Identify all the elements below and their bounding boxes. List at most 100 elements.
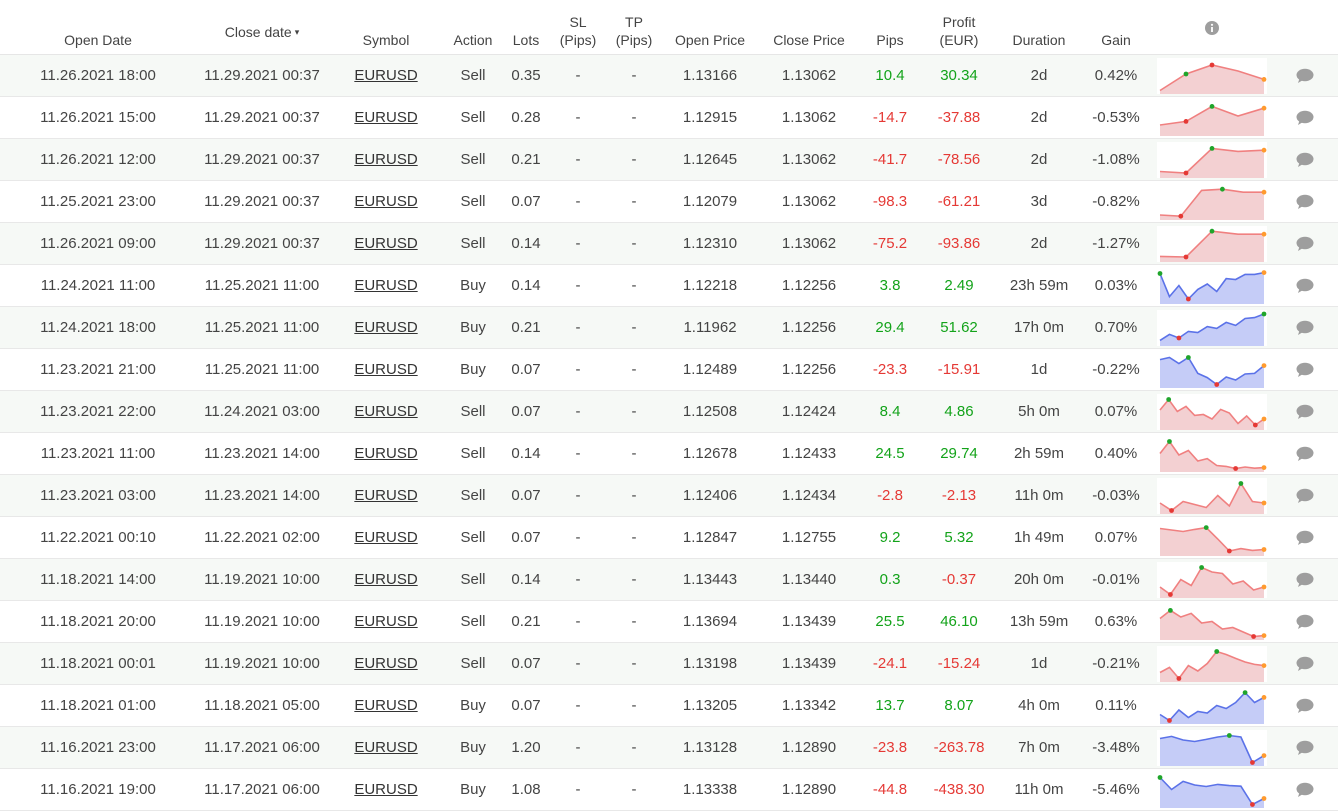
sparkline-cell [1152, 558, 1272, 601]
sparkline-end-marker [1261, 416, 1267, 421]
col-duration[interactable]: Duration [998, 0, 1080, 55]
col-sl[interactable]: SL (Pips) [550, 0, 606, 55]
pips-cell: -2.8 [860, 474, 920, 517]
symbol-link[interactable]: EURUSD [354, 697, 417, 714]
symbol-link[interactable]: EURUSD [354, 445, 417, 462]
col-pips[interactable]: Pips [860, 0, 920, 55]
symbol-link[interactable]: EURUSD [354, 67, 417, 84]
comment-icon[interactable] [1296, 572, 1314, 588]
comment-icon[interactable] [1296, 194, 1314, 210]
pips-cell: 8.4 [860, 390, 920, 433]
symbol-link[interactable]: EURUSD [354, 277, 417, 294]
sl-cell: - [550, 138, 606, 181]
symbol-link[interactable]: EURUSD [354, 655, 417, 672]
info-icon[interactable] [1205, 21, 1219, 36]
open-price-cell: 1.12508 [662, 390, 758, 433]
comment-icon[interactable] [1296, 110, 1314, 126]
comment-icon[interactable] [1296, 656, 1314, 672]
col-tp[interactable]: TP (Pips) [606, 0, 662, 55]
sparkline-low-marker [1169, 507, 1174, 513]
sparkline-cell [1152, 348, 1272, 391]
symbol-link[interactable]: EURUSD [354, 151, 417, 168]
col-close-price[interactable]: Close Price [758, 0, 860, 55]
action-cell: Sell [444, 54, 502, 97]
comment-icon[interactable] [1296, 236, 1314, 252]
comment-icon[interactable] [1296, 530, 1314, 546]
table-row: 11.26.2021 12:00 11.29.2021 00:37 EURUSD… [0, 138, 1338, 181]
pips-cell: 24.5 [860, 432, 920, 475]
col-gain[interactable]: Gain [1080, 0, 1152, 55]
symbol-link[interactable]: EURUSD [354, 781, 417, 798]
comment-icon[interactable] [1296, 698, 1314, 714]
action-cell: Sell [444, 222, 502, 265]
symbol-link[interactable]: EURUSD [354, 235, 417, 252]
col-lots[interactable]: Lots [502, 0, 550, 55]
sparkline-low-marker [1214, 381, 1220, 387]
symbol-link[interactable]: EURUSD [354, 361, 417, 378]
comment-icon[interactable] [1296, 740, 1314, 756]
comment-icon[interactable] [1296, 68, 1314, 84]
symbol-link[interactable]: EURUSD [354, 529, 417, 546]
comment-icon[interactable] [1296, 278, 1314, 294]
close-price-cell: 1.13439 [758, 600, 860, 643]
symbol-link[interactable]: EURUSD [354, 739, 417, 756]
tp-cell: - [606, 684, 662, 727]
pips-cell: -98.3 [860, 180, 920, 223]
comment-icon[interactable] [1296, 782, 1314, 798]
profit-cell: 8.07 [920, 684, 998, 727]
comment-icon[interactable] [1296, 488, 1314, 504]
col-open-price[interactable]: Open Price [662, 0, 758, 55]
comment-icon[interactable] [1296, 446, 1314, 462]
symbol-link[interactable]: EURUSD [354, 487, 417, 504]
comment-icon[interactable] [1296, 362, 1314, 378]
sparkline-low-marker [1209, 62, 1215, 67]
symbol-link[interactable]: EURUSD [354, 109, 417, 126]
close-price-header-label: Close Price [773, 32, 845, 48]
col-action[interactable]: Action [444, 0, 502, 55]
col-close-date[interactable]: Close date ▾ [196, 0, 328, 55]
comment-icon[interactable] [1296, 614, 1314, 630]
comment-icon[interactable] [1296, 320, 1314, 336]
profit-cell: 51.62 [920, 306, 998, 349]
symbol-link[interactable]: EURUSD [354, 319, 417, 336]
symbol-cell: EURUSD [328, 306, 444, 349]
sparkline-low-marker [1233, 465, 1239, 471]
profit-cell: -37.88 [920, 96, 998, 139]
duration-cell: 17h 0m [998, 306, 1080, 349]
table-row: 11.24.2021 18:00 11.25.2021 11:00 EURUSD… [0, 306, 1338, 349]
sl-cell: - [550, 54, 606, 97]
comment-icon[interactable] [1296, 152, 1314, 168]
col-open-date[interactable]: Open Date [0, 0, 196, 55]
symbol-cell: EURUSD [328, 348, 444, 391]
symbol-cell: EURUSD [328, 264, 444, 307]
sparkline-end-marker [1261, 694, 1267, 700]
symbol-link[interactable]: EURUSD [354, 571, 417, 588]
symbol-link[interactable]: EURUSD [354, 613, 417, 630]
profit-cell: -61.21 [920, 180, 998, 223]
col-symbol[interactable]: Symbol [328, 0, 444, 55]
action-cell: Sell [444, 96, 502, 139]
sl-cell: - [550, 600, 606, 643]
symbol-link[interactable]: EURUSD [354, 403, 417, 420]
pips-cell: 9.2 [860, 516, 920, 559]
sparkline-high-marker [1214, 648, 1220, 654]
pips-cell: 13.7 [860, 684, 920, 727]
lots-cell: 0.14 [502, 264, 550, 307]
sparkline-cell [1152, 474, 1272, 517]
symbol-link[interactable]: EURUSD [354, 193, 417, 210]
table-row: 11.22.2021 00:10 11.22.2021 02:00 EURUSD… [0, 516, 1338, 559]
action-cell: Buy [444, 348, 502, 391]
open-date-header-label: Open Date [64, 32, 132, 48]
close-date-cell: 11.24.2021 03:00 [196, 390, 328, 433]
sparkline-low-marker [1183, 254, 1189, 259]
open-date-cell: 11.24.2021 11:00 [0, 264, 196, 307]
col-chart [1152, 0, 1272, 55]
lots-cell: 0.21 [502, 138, 550, 181]
gain-cell: -0.03% [1080, 474, 1152, 517]
symbol-cell: EURUSD [328, 768, 444, 811]
col-profit[interactable]: Profit (EUR) [920, 0, 998, 55]
pips-cell: -24.1 [860, 642, 920, 685]
comment-icon[interactable] [1296, 404, 1314, 420]
sparkline-low-marker [1176, 335, 1182, 340]
equity-sparkline [1157, 603, 1267, 640]
